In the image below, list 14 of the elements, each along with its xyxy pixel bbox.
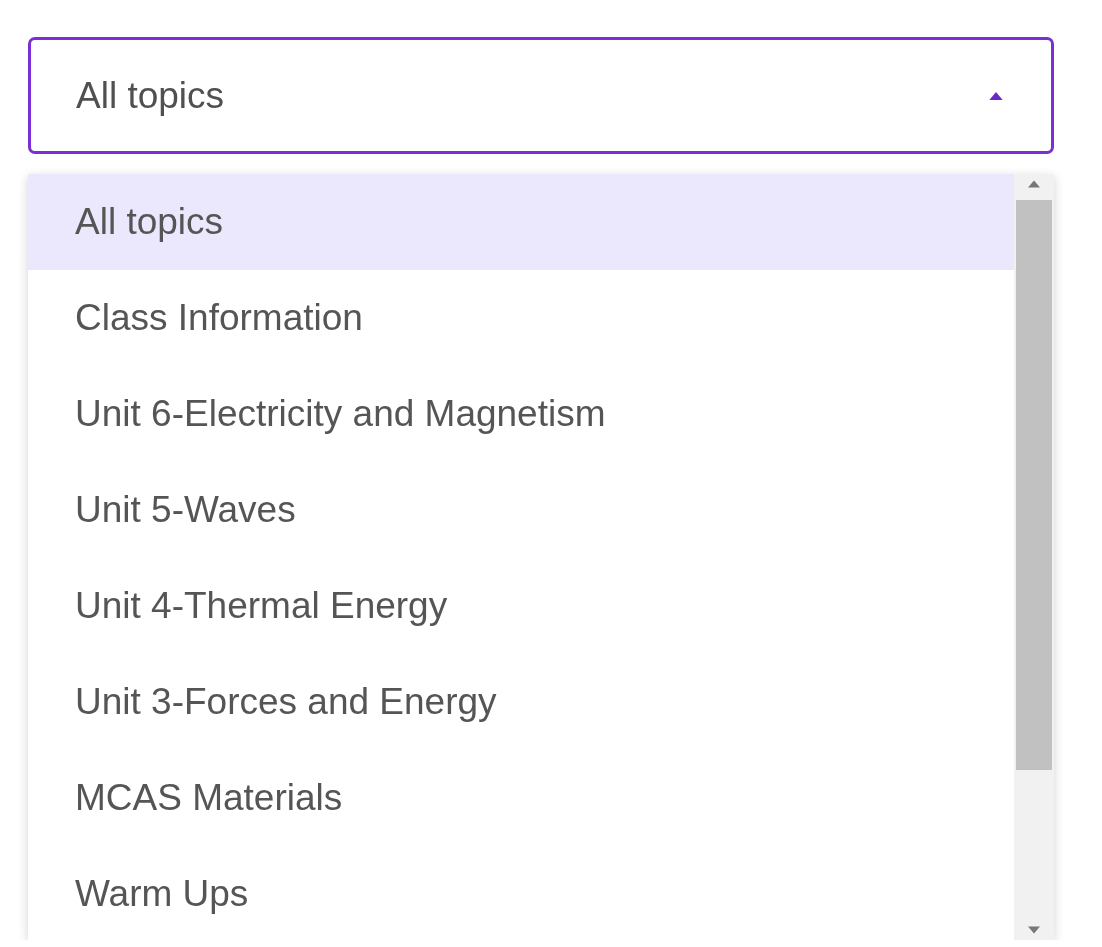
dropdown-option[interactable]: Unit 4-Thermal Energy xyxy=(28,558,1014,654)
dropdown-option[interactable]: Class Information xyxy=(28,270,1014,366)
dropdown-option[interactable]: MCAS Materials xyxy=(28,750,1014,846)
dropdown-option[interactable]: Unit 3-Forces and Energy xyxy=(28,654,1014,750)
dropdown-option[interactable]: Warm Ups xyxy=(28,846,1014,940)
dropdown-option[interactable]: All topics xyxy=(28,174,1014,270)
scroll-up-arrow-icon[interactable] xyxy=(1028,180,1040,188)
dropdown-option[interactable]: Unit 5-Waves xyxy=(28,462,1014,558)
scrollbar[interactable] xyxy=(1014,174,1054,940)
scroll-down-arrow-icon[interactable] xyxy=(1028,926,1040,934)
dropdown-option[interactable]: Unit 6-Electricity and Magnetism xyxy=(28,366,1014,462)
caret-icon xyxy=(989,91,1003,100)
scrollbar-thumb[interactable] xyxy=(1016,200,1052,770)
topic-select[interactable]: All topics xyxy=(28,37,1054,154)
